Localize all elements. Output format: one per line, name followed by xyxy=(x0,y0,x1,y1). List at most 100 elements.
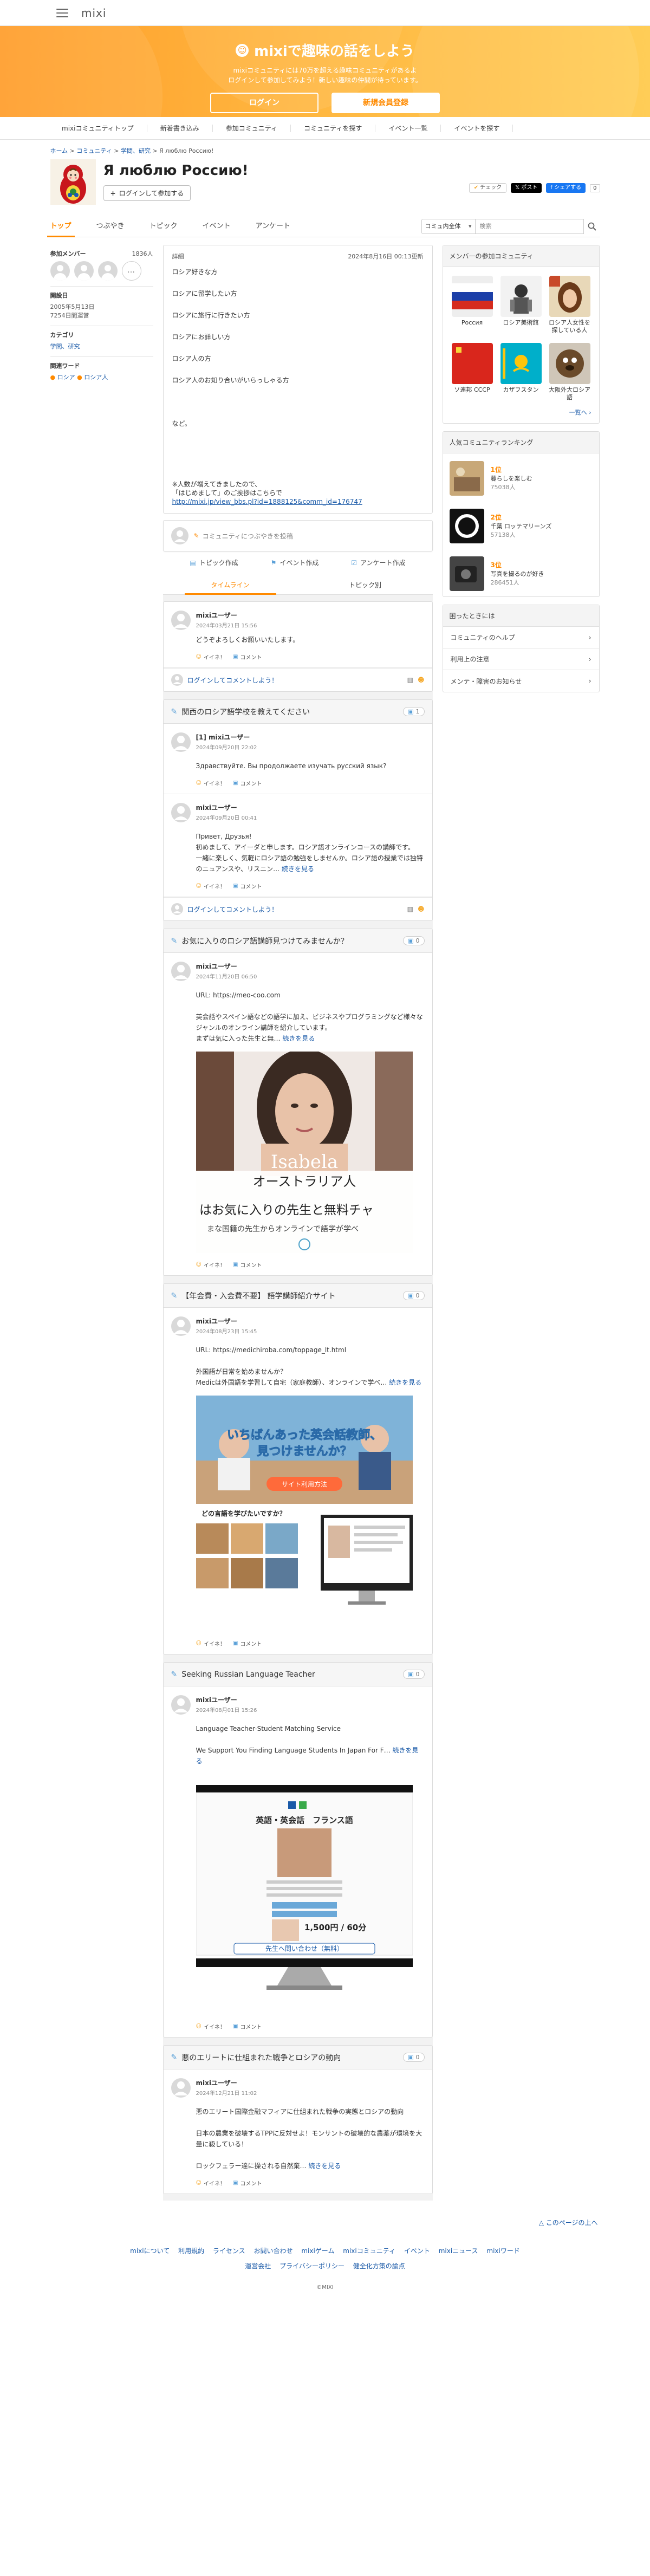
ranking-item[interactable]: 2位 千葉 ロッテマリーンズ 57138人 xyxy=(443,501,599,549)
teacher-banner-image[interactable]: Isabela オーストラリア人 はお気に入りの先生と無料チャ まな国籍の先生か… xyxy=(196,1052,413,1253)
comment-prompt[interactable]: ログインしてコメントしよう！ ▥ ☻ xyxy=(163,897,432,920)
more-communities-link[interactable]: 一覧へ › xyxy=(443,405,599,423)
page-top-link[interactable]: △ このページの上へ xyxy=(539,2219,598,2227)
post-user[interactable]: mixiユーザー xyxy=(196,1695,425,1704)
community-tile[interactable]: ロシア人女性を探している人 xyxy=(547,276,593,334)
community-tile[interactable]: ロシア美術館 xyxy=(498,276,544,334)
topic-title[interactable]: 悪のエリートに仕組まれた戦争とロシアの動向 xyxy=(181,2052,341,2063)
topic-header[interactable]: ✎ お気に入りのロシア語講師見つけてみませんか？ ▣ 0 xyxy=(163,929,432,953)
footer-link[interactable]: お問い合わせ xyxy=(254,2247,293,2255)
community-tile[interactable]: ソ連邦 СССР xyxy=(450,343,495,401)
search-scope-select[interactable]: コミュ内全体 xyxy=(421,219,476,234)
comment-prompt[interactable]: ログインしてコメントしよう！ ▥ ☻ xyxy=(163,668,432,691)
hero-register-button[interactable]: 新規会員登録 xyxy=(332,93,440,113)
topic-title[interactable]: Seeking Russian Language Teacher xyxy=(181,1670,315,1679)
greeting-topic-link[interactable]: http://mixi.jp/view_bbs.pl?id=1888125&co… xyxy=(172,498,362,505)
help-link[interactable]: コミュニティのヘルプ › xyxy=(443,627,599,648)
crumb-community[interactable]: コミュニティ xyxy=(76,147,112,154)
community-tile[interactable]: 大阪外大ロシア語 xyxy=(547,343,593,401)
user-avatar-icon[interactable] xyxy=(171,732,191,752)
topic-header[interactable]: ✎ 関西のロシア語学校を教えてください ▣ 1 xyxy=(163,700,432,724)
comment-button[interactable]: ▣ コメント xyxy=(233,2022,262,2030)
like-button[interactable]: ☺ イイネ！ xyxy=(196,1261,225,1269)
post-user[interactable]: mixiユーザー xyxy=(196,962,425,971)
user-avatar-icon[interactable] xyxy=(171,803,191,822)
community-tile[interactable]: Россия xyxy=(450,276,495,334)
tab-survey[interactable]: アンケート xyxy=(256,216,290,237)
more-members-icon[interactable]: … xyxy=(121,261,141,281)
nav-joined-communities[interactable]: 参加コミュニティ xyxy=(213,124,291,132)
tab-top[interactable]: トップ xyxy=(47,216,75,237)
footer-link[interactable]: 運営会社 xyxy=(245,2262,271,2270)
tab-by-topic[interactable]: トピック別 xyxy=(298,576,433,594)
tsubuyaki-post-box[interactable]: ✎ コミュニティにつぶやきを投稿 xyxy=(162,520,433,551)
nav-community-top[interactable]: mixiコミュニティトップ xyxy=(56,124,147,132)
create-survey-button[interactable]: ☑ アンケート作成 xyxy=(351,558,405,567)
photo-icon[interactable]: ▥ xyxy=(407,905,413,913)
member-avatar[interactable] xyxy=(74,261,94,281)
post-user[interactable]: mixiユーザー xyxy=(196,611,425,620)
like-button[interactable]: ☺ イイネ！ xyxy=(196,779,225,787)
topic-title[interactable]: 【年会費・入会費不要】 語学講師紹介サイト xyxy=(181,1290,335,1301)
post-x-button[interactable]: 𝕏 ポスト xyxy=(511,183,542,193)
ranking-item[interactable]: 1位 暮らしを楽しむ 75038人 xyxy=(443,453,599,501)
comment-button[interactable]: ▣ コメント xyxy=(233,653,262,661)
footer-link[interactable]: ライセンス xyxy=(213,2247,245,2255)
footer-link[interactable]: mixiコミュニティ xyxy=(343,2247,395,2255)
like-button[interactable]: ☺ イイネ！ xyxy=(196,1639,225,1647)
comment-button[interactable]: ▣ コメント xyxy=(233,2179,262,2187)
footer-link[interactable]: mixiワード xyxy=(486,2247,519,2255)
tab-topic[interactable]: トピック xyxy=(150,216,178,237)
like-button[interactable]: ☺ イイネ！ xyxy=(196,2179,225,2187)
topic-title[interactable]: 関西のロシア語学校を教えてください xyxy=(181,706,310,717)
user-avatar-icon[interactable] xyxy=(171,2078,191,2098)
tab-timeline[interactable]: タイムライン xyxy=(163,576,298,595)
comment-button[interactable]: ▣ コメント xyxy=(233,779,262,787)
nav-new-posts[interactable]: 新着書き込み xyxy=(147,124,213,132)
member-avatar[interactable] xyxy=(50,261,70,281)
topic-header[interactable]: ✎ Seeking Russian Language Teacher ▣ 0 xyxy=(163,1663,432,1686)
footer-link[interactable]: プライバシーポリシー xyxy=(280,2262,344,2270)
search-input[interactable]: 検索 xyxy=(475,219,584,234)
emoji-icon[interactable]: ☻ xyxy=(418,905,425,913)
nav-find-community[interactable]: コミュニティを探す xyxy=(291,124,376,132)
like-button[interactable]: ☺ イイネ！ xyxy=(196,882,225,890)
like-button[interactable]: ☺ イイネ！ xyxy=(196,653,225,661)
footer-link[interactable]: mixiニュース xyxy=(439,2247,478,2255)
read-more-link[interactable]: 続きを見る xyxy=(282,865,314,873)
tab-event[interactable]: イベント xyxy=(203,216,231,237)
footer-link[interactable]: mixiゲーム xyxy=(301,2247,334,2255)
user-avatar-icon[interactable] xyxy=(171,1316,191,1336)
emoji-icon[interactable]: ☻ xyxy=(418,676,425,684)
footer-link[interactable]: イベント xyxy=(404,2247,430,2255)
ranking-item[interactable]: 3位 写真を撮るのが好き 286451人 xyxy=(443,549,599,596)
join-button[interactable]: + ログインして参加する xyxy=(103,185,191,201)
community-tile[interactable]: カザフスタン xyxy=(498,343,544,401)
keyword-russia[interactable]: ロシア xyxy=(57,374,75,381)
mixi-logo[interactable]: mixi xyxy=(81,7,106,20)
hamburger-menu-icon[interactable] xyxy=(56,8,68,17)
post-user[interactable]: mixiユーザー xyxy=(196,803,425,812)
check-button[interactable]: ✔ チェック xyxy=(469,183,507,193)
photo-icon[interactable]: ▥ xyxy=(407,676,413,684)
keyword-russian[interactable]: ロシア人 xyxy=(84,374,108,381)
comment-button[interactable]: ▣ コメント xyxy=(233,1261,262,1269)
user-avatar-icon[interactable] xyxy=(171,611,191,630)
nav-event-list[interactable]: イベント一覧 xyxy=(375,124,441,132)
nav-find-event[interactable]: イベントを探す xyxy=(441,124,514,132)
topic-title[interactable]: お気に入りのロシア語講師見つけてみませんか？ xyxy=(181,936,348,946)
footer-link[interactable]: mixiについて xyxy=(130,2247,170,2255)
post-user[interactable]: mixiユーザー xyxy=(196,1316,425,1326)
hero-login-button[interactable]: ログイン xyxy=(210,93,318,113)
topic-header[interactable]: ✎ 【年会費・入会費不要】 語学講師紹介サイト ▣ 0 xyxy=(163,1284,432,1308)
read-more-link[interactable]: 続きを見る xyxy=(282,1035,315,1042)
footer-link[interactable]: 利用規約 xyxy=(178,2247,204,2255)
category-link[interactable]: 学問、研究 xyxy=(50,343,80,350)
create-topic-button[interactable]: ▤ トピック作成 xyxy=(190,558,238,567)
tutor-site-banner-image[interactable]: いちばんあった英会話教師、 見つけませんか？ サイト利用方法 どの言語を学びたい… xyxy=(196,1396,413,1632)
help-link[interactable]: メンテ・障害のお知らせ › xyxy=(443,670,599,692)
like-button[interactable]: ☺ イイネ！ xyxy=(196,2022,225,2030)
crumb-category[interactable]: 学問、研究 xyxy=(121,147,151,154)
teacher-matching-banner-image[interactable]: 英語・英会話 フランス語 1,500円 / 60分 先生へ問い合わせ（無料） xyxy=(196,1774,413,2015)
facebook-share-button[interactable]: f シェアする xyxy=(546,183,586,193)
